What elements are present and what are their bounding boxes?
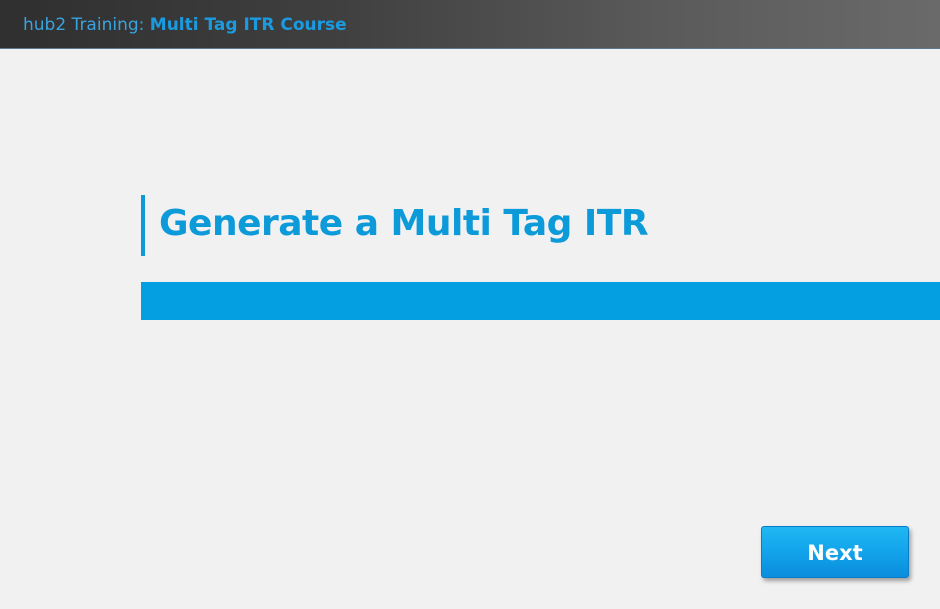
accent-bar — [141, 282, 940, 320]
course-title-prefix: hub2 Training: — [23, 15, 150, 35]
next-button[interactable]: Next — [761, 526, 909, 578]
slide-title: Generate a Multi Tag ITR — [159, 203, 649, 244]
top-bar: hub2 Training: Multi Tag ITR Course — [0, 0, 940, 49]
course-title: hub2 Training: Multi Tag ITR Course — [23, 14, 347, 36]
course-name: Multi Tag ITR Course — [149, 15, 347, 35]
heading-accent-line — [141, 195, 145, 256]
